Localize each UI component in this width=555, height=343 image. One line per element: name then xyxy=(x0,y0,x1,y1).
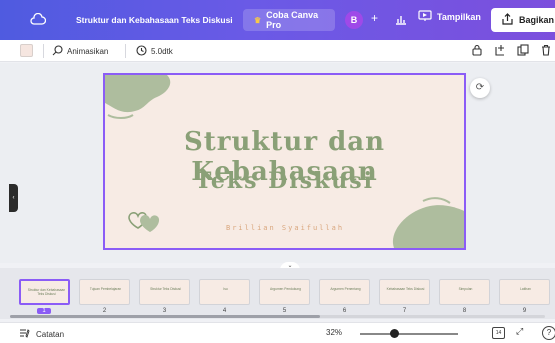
page-thumbnail[interactable]: Argumen Pendukung xyxy=(259,279,310,305)
animate-icon xyxy=(52,45,63,58)
page-number: 4 xyxy=(222,308,227,314)
page-thumbnail-text: Argumen Penentang xyxy=(330,287,361,291)
notes-icon xyxy=(19,328,30,340)
share-icon xyxy=(502,13,513,27)
background-color-swatch[interactable] xyxy=(20,44,33,57)
page-thumbnail[interactable]: Struktur dan Kebahasaan Teks Diskusi xyxy=(19,279,70,305)
clock-icon xyxy=(136,45,147,58)
slide-author[interactable]: Brillian Syaifullah xyxy=(226,224,344,232)
page-number: 1 xyxy=(37,308,51,314)
document-title[interactable]: Struktur dan Kebahasaan Teks Diskusi xyxy=(76,15,233,25)
notes-label: Catatan xyxy=(36,329,65,339)
zoom-slider-track[interactable] xyxy=(360,333,458,335)
toolbar-actions xyxy=(471,44,555,56)
delete-icon[interactable] xyxy=(540,44,552,56)
present-label: Tampilkan xyxy=(437,12,481,22)
page-filmstrip: Struktur dan Kebahasaan Teks Diskusi 1 Tuj… xyxy=(0,268,555,319)
editor-toolbar: Animasikan 5.0dtk xyxy=(0,40,555,62)
page-number: 3 xyxy=(162,308,167,314)
toolbar-divider xyxy=(43,44,44,58)
page-number: 5 xyxy=(282,308,287,314)
animate-button[interactable]: Animasikan xyxy=(52,45,108,58)
page-thumbnail[interactable]: Argumen Penentang xyxy=(319,279,370,305)
try-pro-button[interactable]: ♛ Coba Canva Pro xyxy=(243,9,335,31)
side-panel-toggle[interactable]: ‹ xyxy=(9,184,18,212)
slide-canvas[interactable]: Struktur dan Kebahasaan Teks Diskusi Bri… xyxy=(103,73,466,250)
animate-label: Animasikan xyxy=(67,47,109,56)
duplicate-icon[interactable] xyxy=(517,44,529,56)
add-page-icon[interactable] xyxy=(494,44,506,56)
fullscreen-icon[interactable]: ⤢ xyxy=(516,326,523,337)
duration-button[interactable]: 5.0dtk xyxy=(136,45,173,58)
avatar[interactable]: B xyxy=(345,11,363,29)
page-thumbnail-text: Struktur Teks Diskusi xyxy=(150,287,181,291)
insights-chart-icon[interactable] xyxy=(393,11,409,27)
page-number: 7 xyxy=(402,308,407,314)
bottom-bar: Catatan 32% 14 ⤢ ? xyxy=(0,322,555,343)
page-thumbnail[interactable]: Tujuan Pembelajaran xyxy=(79,279,130,305)
page-count-badge[interactable]: 14 xyxy=(492,327,505,339)
zoom-slider-handle[interactable] xyxy=(390,329,399,338)
crown-icon: ♛ xyxy=(254,15,262,25)
page-thumbnail-text: Simpulan xyxy=(458,287,473,291)
page-thumbnail-text: Argumen Pendukung xyxy=(270,287,301,291)
notes-button[interactable]: Catatan xyxy=(19,328,64,340)
page-thumbnail[interactable]: Isu xyxy=(199,279,250,305)
present-button[interactable]: Tampilkan xyxy=(418,10,481,24)
help-icon[interactable]: ? xyxy=(542,326,555,340)
page-number: 8 xyxy=(462,308,467,314)
top-bar: Struktur dan Kebahasaan Teks Diskusi ♛ C… xyxy=(0,0,555,40)
page-thumbnail[interactable]: Latihan xyxy=(499,279,550,305)
page-thumbnail-text: Latihan xyxy=(520,287,531,291)
zoom-level: 32% xyxy=(326,328,343,337)
canvas-workspace[interactable]: ‹ Struktur dan Kebahasaan Teks Diskusi B… xyxy=(0,63,555,271)
duration-label: 5.0dtk xyxy=(151,47,173,56)
page-thumbnail[interactable]: Simpulan xyxy=(439,279,490,305)
page-thumbnail-text: Struktur dan Kebahasaan Teks Diskusi xyxy=(27,288,66,296)
filmstrip-scrollbar[interactable] xyxy=(10,315,320,318)
share-label: Bagikan xyxy=(519,15,555,25)
page-number: 2 xyxy=(102,308,107,314)
lock-icon[interactable] xyxy=(471,44,483,56)
share-button[interactable]: Bagikan xyxy=(491,8,555,32)
page-thumbnail[interactable]: Kebahasaan Teks Diskusi xyxy=(379,279,430,305)
add-collaborator-button[interactable]: + xyxy=(371,11,378,25)
slide-title-line-2[interactable]: Teks Diskusi xyxy=(105,168,464,194)
try-pro-label: Coba Canva Pro xyxy=(266,10,319,30)
page-thumbnail-text: Kebahasaan Teks Diskusi xyxy=(386,287,425,291)
regenerate-icon[interactable]: ⟳ xyxy=(470,78,490,98)
toolbar-divider xyxy=(125,44,126,58)
cloud-sync-icon[interactable] xyxy=(30,12,47,27)
page-thumbnail-text: Isu xyxy=(223,287,228,291)
page-thumbnail-text: Tujuan Pembelajaran xyxy=(89,287,122,291)
present-icon xyxy=(418,10,432,24)
page-number: 9 xyxy=(522,308,527,314)
page-thumbnail[interactable]: Struktur Teks Diskusi xyxy=(139,279,190,305)
page-number: 6 xyxy=(342,308,347,314)
